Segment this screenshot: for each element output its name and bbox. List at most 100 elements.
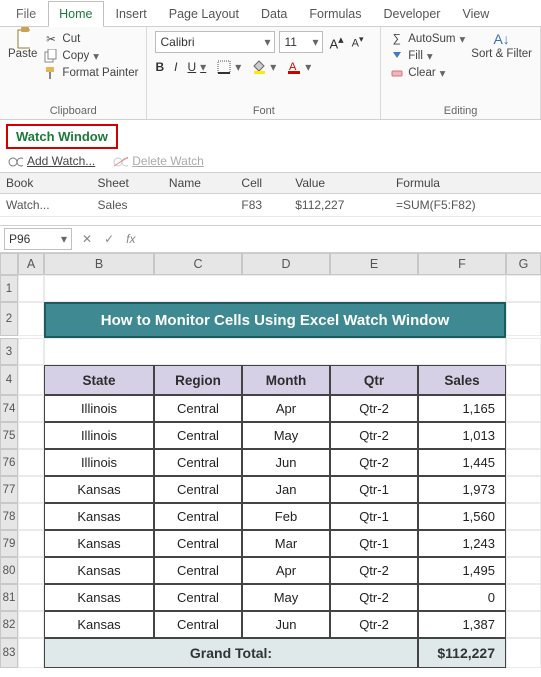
- decrease-font-button[interactable]: A▾: [350, 34, 366, 50]
- td-state[interactable]: Kansas: [44, 584, 154, 611]
- ww-col-cell[interactable]: Cell: [235, 173, 289, 194]
- cell[interactable]: [506, 584, 541, 611]
- cell[interactable]: [18, 503, 44, 530]
- cell[interactable]: [506, 476, 541, 503]
- td-state[interactable]: Kansas: [44, 530, 154, 557]
- fill-button[interactable]: Fill ▾: [389, 48, 465, 63]
- rowhead-80[interactable]: 80: [0, 557, 18, 584]
- rowhead-2[interactable]: 2: [0, 302, 18, 336]
- font-size-select[interactable]: 11▾: [279, 31, 323, 53]
- td-region[interactable]: Central: [154, 503, 242, 530]
- td-qtr[interactable]: Qtr-2: [330, 611, 418, 638]
- cell[interactable]: [506, 302, 541, 336]
- tab-formulas[interactable]: Formulas: [299, 2, 371, 26]
- td-sales[interactable]: 1,387: [418, 611, 506, 638]
- td-region[interactable]: Central: [154, 557, 242, 584]
- font-name-select[interactable]: Calibri▾: [155, 31, 275, 53]
- cancel-icon[interactable]: ✕: [76, 232, 98, 246]
- cell[interactable]: [506, 338, 541, 365]
- td-state[interactable]: Kansas: [44, 557, 154, 584]
- ww-col-value[interactable]: Value: [289, 173, 390, 194]
- bold-button[interactable]: B: [155, 60, 164, 74]
- rowhead-75[interactable]: 75: [0, 422, 18, 449]
- cell[interactable]: [18, 476, 44, 503]
- rowhead-78[interactable]: 78: [0, 503, 18, 530]
- copy-button[interactable]: Copy ▾: [43, 48, 138, 63]
- td-month[interactable]: Mar: [242, 530, 330, 557]
- td-state[interactable]: Kansas: [44, 476, 154, 503]
- rowhead-1[interactable]: 1: [0, 275, 18, 302]
- border-button[interactable]: ▾: [216, 59, 241, 74]
- cell[interactable]: [18, 584, 44, 611]
- cell[interactable]: [18, 338, 44, 365]
- td-qtr[interactable]: Qtr-2: [330, 557, 418, 584]
- rowhead-74[interactable]: 74: [0, 395, 18, 422]
- rowhead-77[interactable]: 77: [0, 476, 18, 503]
- ww-col-book[interactable]: Book: [0, 173, 92, 194]
- colhead-F[interactable]: F: [418, 253, 506, 275]
- rowhead-79[interactable]: 79: [0, 530, 18, 557]
- cell[interactable]: [506, 422, 541, 449]
- td-state[interactable]: Kansas: [44, 611, 154, 638]
- tab-file[interactable]: File: [6, 2, 46, 26]
- tab-page-layout[interactable]: Page Layout: [159, 2, 249, 26]
- rowhead-81[interactable]: 81: [0, 584, 18, 611]
- td-sales[interactable]: 1,495: [418, 557, 506, 584]
- td-region[interactable]: Central: [154, 449, 242, 476]
- colhead-G[interactable]: G: [506, 253, 541, 275]
- td-state[interactable]: Kansas: [44, 503, 154, 530]
- rowhead-82[interactable]: 82: [0, 611, 18, 638]
- delete-watch-button[interactable]: Delete Watch: [113, 153, 204, 168]
- cell[interactable]: [18, 638, 44, 668]
- td-month[interactable]: Jan: [242, 476, 330, 503]
- cell[interactable]: [18, 611, 44, 638]
- td-state[interactable]: Illinois: [44, 449, 154, 476]
- paste-button[interactable]: Paste: [8, 31, 37, 60]
- colhead-D[interactable]: D: [242, 253, 330, 275]
- td-qtr[interactable]: Qtr-2: [330, 584, 418, 611]
- cell[interactable]: [506, 275, 541, 302]
- td-sales[interactable]: 1,973: [418, 476, 506, 503]
- cell[interactable]: [506, 503, 541, 530]
- colhead-C[interactable]: C: [154, 253, 242, 275]
- ww-col-sheet[interactable]: Sheet: [92, 173, 163, 194]
- fx-icon[interactable]: fx: [120, 232, 141, 246]
- td-month[interactable]: Apr: [242, 557, 330, 584]
- cell[interactable]: [44, 338, 506, 365]
- cell[interactable]: [506, 449, 541, 476]
- cut-button[interactable]: ✂ Cut: [43, 31, 138, 46]
- autosum-button[interactable]: ∑ AutoSum ▾: [389, 31, 465, 46]
- td-qtr[interactable]: Qtr-1: [330, 503, 418, 530]
- td-qtr[interactable]: Qtr-2: [330, 449, 418, 476]
- td-sales[interactable]: 1,445: [418, 449, 506, 476]
- cell[interactable]: [18, 530, 44, 557]
- cell[interactable]: [506, 530, 541, 557]
- colhead-E[interactable]: E: [330, 253, 418, 275]
- cell[interactable]: [18, 395, 44, 422]
- td-month[interactable]: Jun: [242, 611, 330, 638]
- tab-view[interactable]: View: [452, 2, 499, 26]
- td-state[interactable]: Illinois: [44, 422, 154, 449]
- cell[interactable]: [18, 557, 44, 584]
- clear-button[interactable]: Clear ▾: [389, 65, 465, 80]
- rowhead-3[interactable]: 3: [0, 338, 18, 365]
- td-qtr[interactable]: Qtr-1: [330, 476, 418, 503]
- td-qtr[interactable]: Qtr-1: [330, 530, 418, 557]
- tab-insert[interactable]: Insert: [106, 2, 157, 26]
- td-month[interactable]: Feb: [242, 503, 330, 530]
- name-box[interactable]: P96 ▾: [4, 228, 72, 250]
- colhead-A[interactable]: A: [18, 253, 44, 275]
- td-sales[interactable]: 0: [418, 584, 506, 611]
- increase-font-button[interactable]: A▴: [327, 33, 345, 51]
- fill-color-button[interactable]: ▾: [251, 59, 276, 74]
- tab-developer[interactable]: Developer: [373, 2, 450, 26]
- td-sales[interactable]: 1,165: [418, 395, 506, 422]
- td-region[interactable]: Central: [154, 395, 242, 422]
- sort-filter-button[interactable]: A↓ Sort & Filter: [471, 31, 532, 61]
- spreadsheet-grid[interactable]: A B C D E F G 1 2 How to Monitor Cells U…: [0, 253, 541, 668]
- cell[interactable]: [506, 638, 541, 668]
- td-qtr[interactable]: Qtr-2: [330, 395, 418, 422]
- td-sales[interactable]: 1,243: [418, 530, 506, 557]
- td-month[interactable]: Jun: [242, 449, 330, 476]
- td-qtr[interactable]: Qtr-2: [330, 422, 418, 449]
